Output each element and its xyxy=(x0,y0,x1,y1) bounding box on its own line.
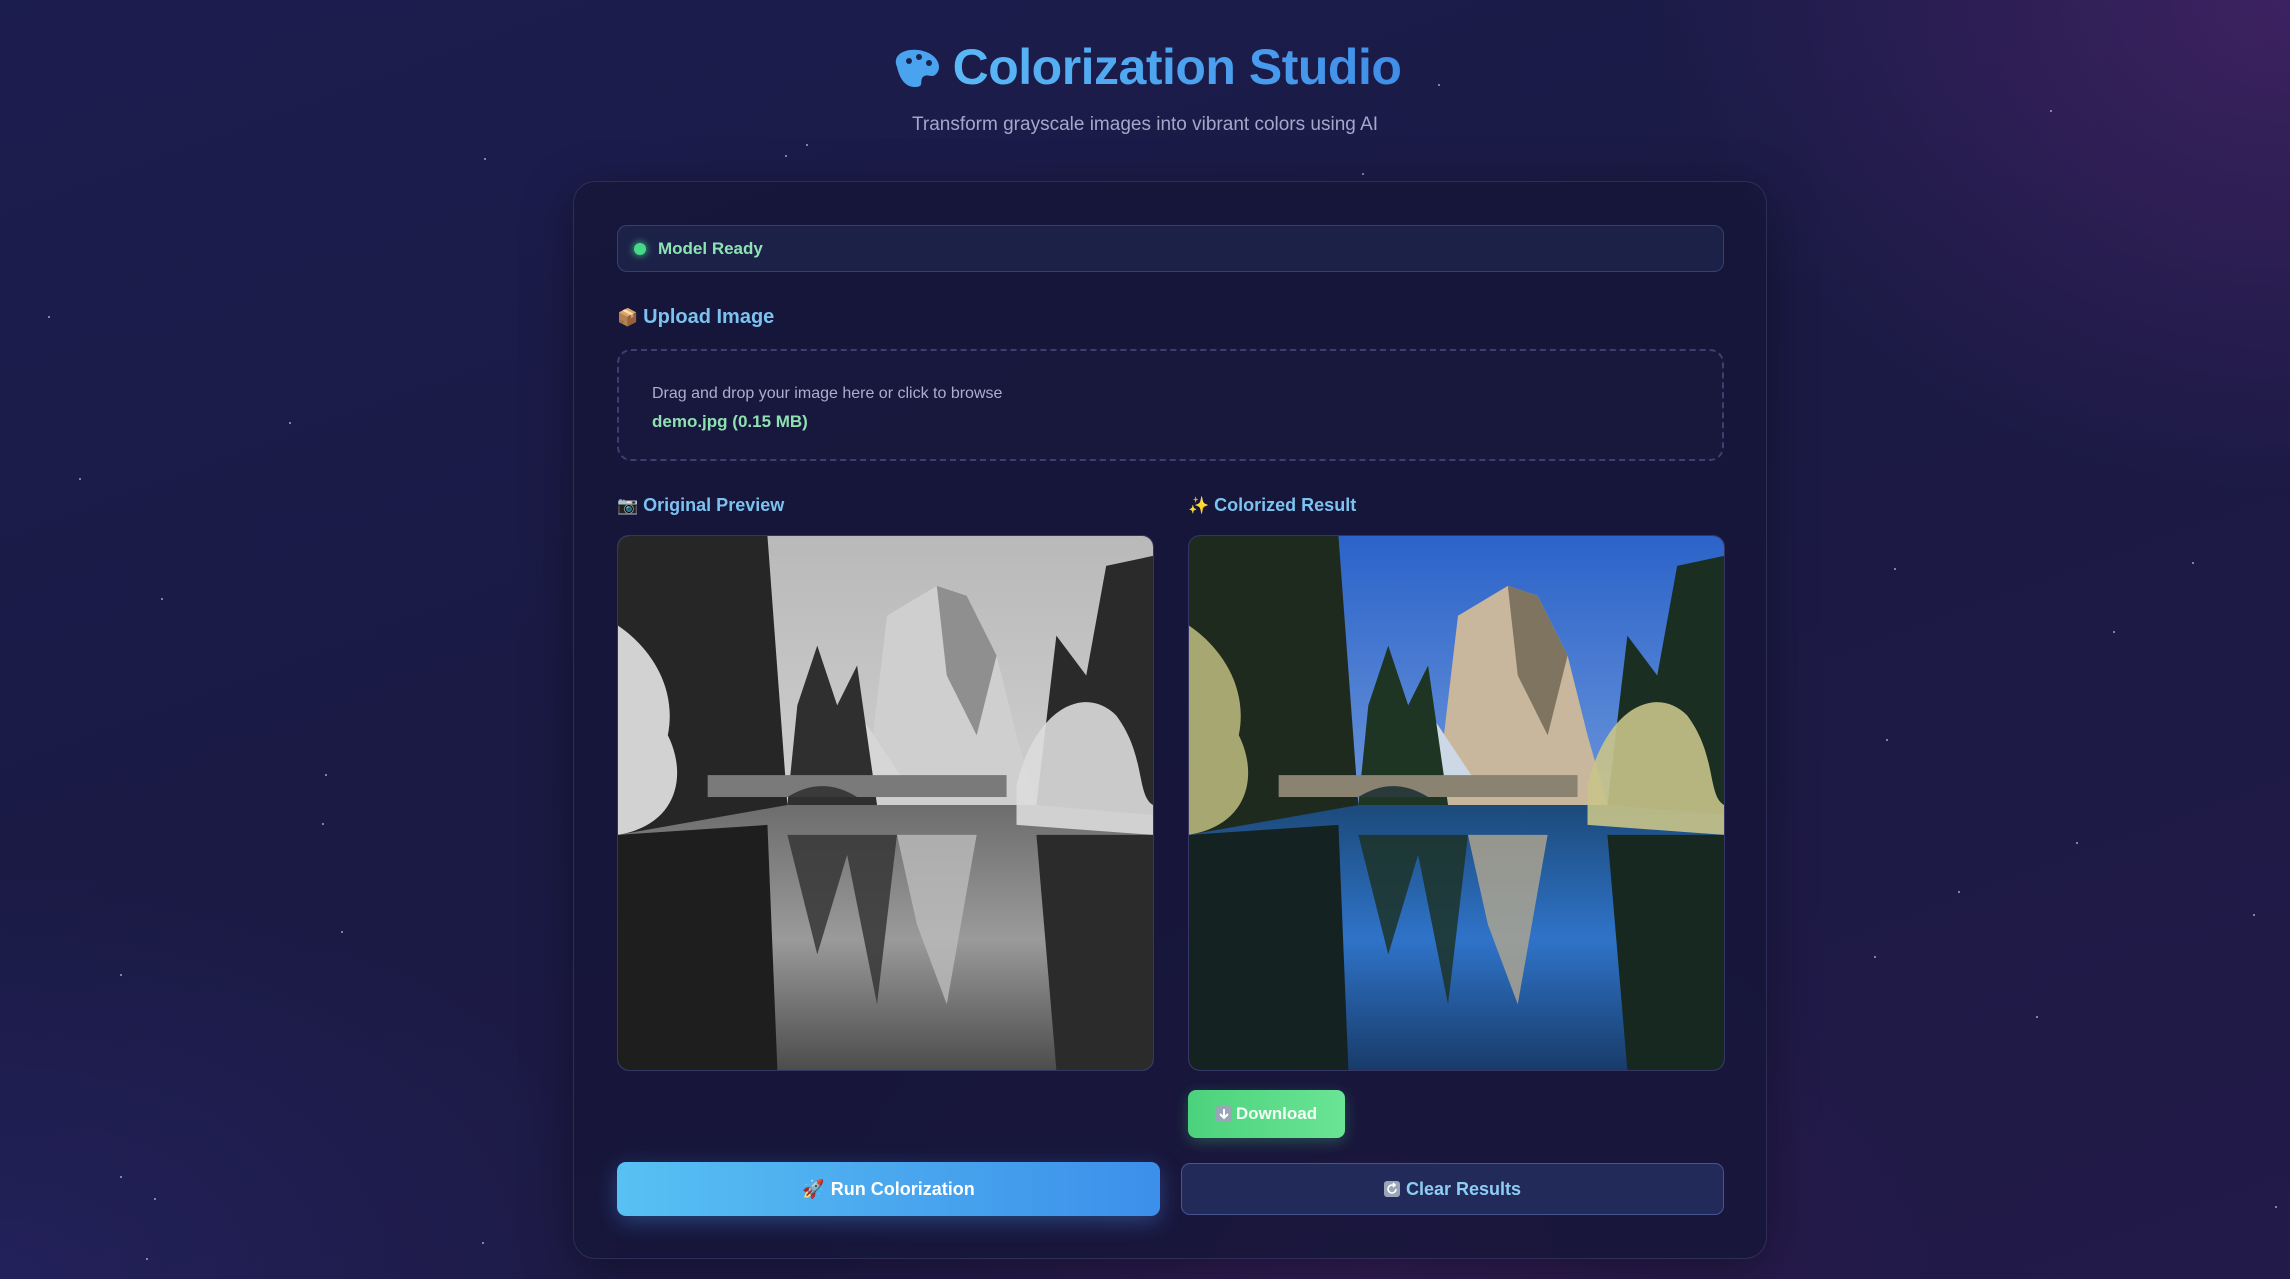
palette-icon xyxy=(895,49,939,87)
camera-icon: 📷 xyxy=(617,495,639,515)
colorized-result-label: Colorized Result xyxy=(1214,495,1357,515)
download-button[interactable]: Download xyxy=(1188,1090,1345,1138)
upload-heading-label: Upload Image xyxy=(643,306,775,328)
status-dot-icon xyxy=(634,242,646,255)
original-image xyxy=(617,535,1154,1071)
clear-results-button[interactable]: Clear Results xyxy=(1181,1163,1724,1215)
upload-heading: 📦 Upload Image xyxy=(617,306,774,329)
colorized-image xyxy=(1188,535,1725,1071)
refresh-icon xyxy=(1383,1181,1400,1197)
page-header: Colorization Studio Transform grayscale … xyxy=(0,38,2290,136)
run-colorization-button[interactable]: 🚀 Run Colorization xyxy=(617,1162,1160,1216)
dropzone-hint: Drag and drop your image here or click t… xyxy=(652,385,1003,402)
sparkles-icon: ✨ xyxy=(1188,495,1210,515)
selected-file-name: demo.jpg (0.15 MB) xyxy=(652,412,808,431)
status-text: Model Ready xyxy=(658,238,763,258)
rocket-icon: 🚀 xyxy=(802,1178,825,1199)
original-preview-label: Original Preview xyxy=(643,495,785,515)
colorized-result-heading: ✨ Colorized Result xyxy=(1188,495,1356,516)
clear-label: Clear Results xyxy=(1405,1178,1522,1199)
run-label: Run Colorization xyxy=(830,1178,975,1199)
status-bar: Model Ready xyxy=(617,225,1724,272)
original-preview-heading: 📷 Original Preview xyxy=(617,495,784,516)
download-arrow-icon xyxy=(1215,1106,1232,1122)
package-icon: 📦 xyxy=(617,307,639,327)
upload-dropzone[interactable]: Drag and drop your image here or click t… xyxy=(617,349,1724,461)
page-title: Colorization Studio xyxy=(952,39,1402,95)
download-label: Download xyxy=(1235,1104,1318,1123)
page-subtitle: Transform grayscale images into vibrant … xyxy=(911,114,1379,135)
main-card: Model Ready 📦 Upload Image Drag and drop… xyxy=(573,181,1767,1259)
